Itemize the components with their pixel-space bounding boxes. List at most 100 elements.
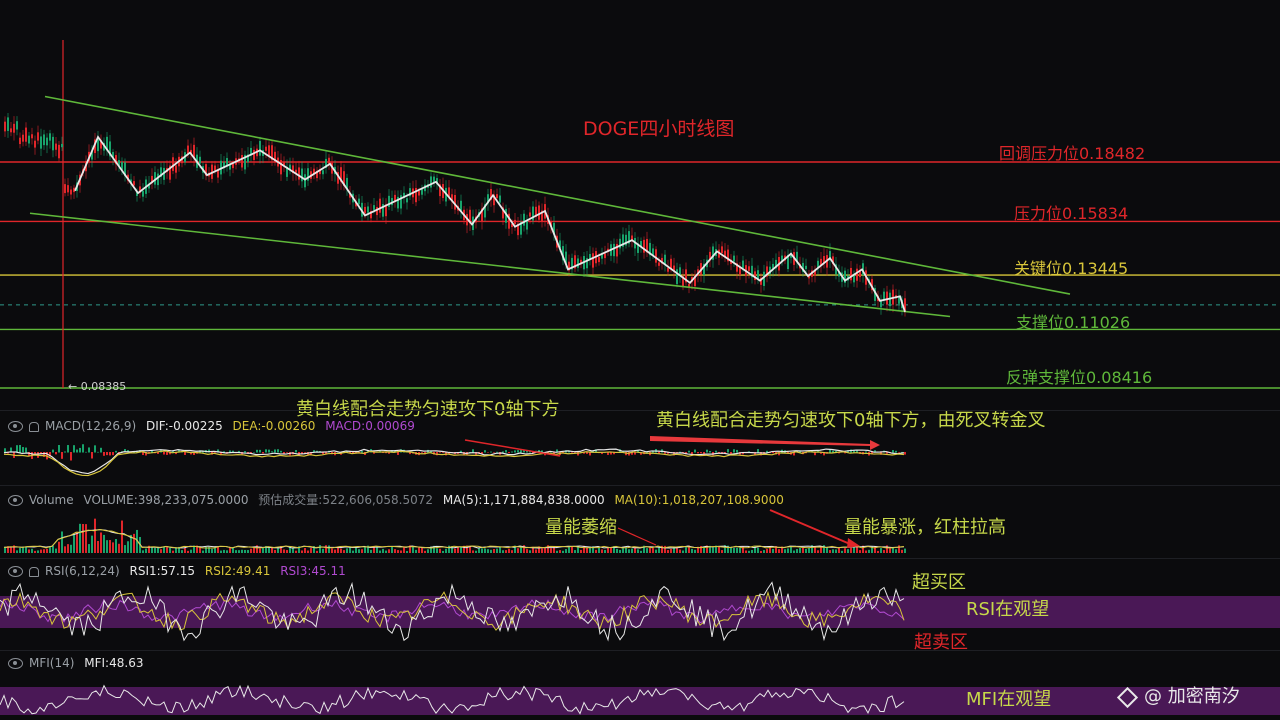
volume-bar bbox=[559, 550, 561, 553]
volume-bar bbox=[847, 549, 849, 553]
volume-bar bbox=[574, 550, 576, 553]
candle-body bbox=[61, 143, 63, 148]
volume-bar bbox=[649, 547, 651, 553]
eye-icon[interactable] bbox=[8, 421, 23, 432]
macd-histogram-bar bbox=[94, 445, 96, 453]
eye-icon[interactable] bbox=[8, 495, 23, 506]
volume-bar bbox=[157, 547, 159, 553]
volume-bar bbox=[511, 550, 513, 553]
volume-bar bbox=[826, 547, 828, 553]
volume-bar bbox=[346, 548, 348, 553]
macd-histogram-bar bbox=[64, 451, 66, 453]
volume-bar bbox=[229, 547, 231, 553]
volume-bar bbox=[328, 545, 330, 553]
volume-bar bbox=[46, 548, 48, 553]
volume-bar bbox=[301, 550, 303, 553]
volume-bar bbox=[40, 549, 42, 553]
macd-histogram-bar bbox=[259, 449, 261, 453]
macd-histogram-bar bbox=[91, 452, 93, 459]
low-marker-value: 0.08385 bbox=[80, 380, 127, 393]
volume-bar bbox=[769, 547, 771, 553]
candle-body bbox=[742, 260, 744, 268]
candle-body bbox=[19, 137, 21, 145]
volume-bar bbox=[622, 548, 624, 553]
volume-bar bbox=[202, 550, 204, 553]
volume-bar bbox=[853, 547, 855, 553]
eye-icon[interactable] bbox=[8, 658, 23, 669]
volume-bar bbox=[73, 534, 75, 553]
volume-bar bbox=[388, 549, 390, 553]
bell-icon[interactable] bbox=[29, 421, 39, 432]
volume-bar bbox=[469, 546, 471, 553]
volume-bar bbox=[235, 550, 237, 553]
volume-bar bbox=[259, 548, 261, 553]
volume-bar bbox=[619, 549, 621, 553]
volume-bar bbox=[817, 550, 819, 553]
candle-body bbox=[16, 121, 18, 130]
macd-histogram-bar bbox=[277, 449, 279, 453]
volume-bar bbox=[166, 547, 168, 553]
macd-histogram-bar bbox=[496, 451, 498, 453]
volume-bar bbox=[319, 545, 321, 553]
macd-histogram-bar bbox=[286, 452, 288, 453]
macd-histogram-bar bbox=[757, 449, 759, 453]
macd-histogram-bar bbox=[295, 450, 297, 453]
candle-body bbox=[265, 146, 267, 151]
bell-icon[interactable] bbox=[29, 566, 39, 577]
volume-bar bbox=[490, 549, 492, 553]
chart-canvas bbox=[0, 40, 1280, 715]
macd-histogram-bar bbox=[112, 452, 114, 456]
macd-histogram-bar bbox=[487, 452, 489, 453]
volume-bar bbox=[439, 548, 441, 553]
volume-bar bbox=[517, 548, 519, 553]
volume-bar bbox=[85, 524, 87, 553]
volume-bar bbox=[868, 549, 870, 553]
candle-body bbox=[13, 123, 15, 133]
macd-histogram-bar bbox=[895, 450, 897, 453]
candle-body bbox=[886, 291, 888, 305]
volume-bar bbox=[103, 534, 105, 553]
macd-histogram-bar bbox=[700, 452, 702, 454]
candle-body bbox=[175, 165, 177, 173]
volume-bar bbox=[799, 547, 801, 553]
macd-value: MACD:0.00069 bbox=[325, 419, 415, 433]
mfi-header: MFI(14) MFI:48.63 bbox=[8, 656, 149, 670]
macd-histogram-bar bbox=[4, 448, 6, 453]
eye-icon[interactable] bbox=[8, 566, 23, 577]
macd-histogram-bar bbox=[79, 447, 81, 453]
key-level-label: 关键位0.13445 bbox=[1014, 259, 1129, 278]
volume-bar bbox=[562, 550, 564, 553]
candle-body bbox=[31, 134, 33, 139]
macd-histogram-bar bbox=[688, 450, 690, 453]
candle-body bbox=[592, 253, 594, 268]
volume-bar bbox=[604, 549, 606, 553]
volume-bar bbox=[172, 550, 174, 553]
volume-bar bbox=[370, 549, 372, 553]
candle-body bbox=[46, 137, 48, 146]
volume-bar bbox=[628, 549, 630, 553]
macd-histogram-bar bbox=[109, 452, 111, 456]
upper-trendline bbox=[44, 95, 1071, 295]
rsi2-value: RSI2:49.41 bbox=[204, 564, 271, 578]
chart-title: DOGE四小时线图 bbox=[583, 118, 735, 140]
volume-bar bbox=[502, 550, 504, 553]
volume-bar bbox=[406, 550, 408, 553]
candle-body bbox=[142, 190, 144, 197]
volume-bar bbox=[184, 548, 186, 553]
chart-screen: DOGE四小时线图 回调压力位0.18482 压力位0.15834 关键位0.1… bbox=[0, 0, 1280, 720]
volume-bar bbox=[244, 549, 246, 553]
macd-pane-divider bbox=[0, 410, 1280, 411]
volume-bar bbox=[778, 549, 780, 553]
macd-histogram-bar bbox=[100, 447, 102, 453]
candle-body bbox=[523, 213, 525, 226]
volume-bar bbox=[763, 550, 765, 553]
volume-bar bbox=[505, 550, 507, 553]
macd-histogram-bar bbox=[706, 449, 708, 453]
volume-bar bbox=[520, 546, 522, 553]
candle-body bbox=[643, 239, 645, 253]
volume-bar bbox=[508, 548, 510, 553]
candle-body bbox=[538, 205, 540, 220]
macd-histogram-bar bbox=[898, 452, 900, 453]
low-marker: ← 0.08385 bbox=[68, 380, 126, 393]
candle-body bbox=[598, 256, 600, 263]
